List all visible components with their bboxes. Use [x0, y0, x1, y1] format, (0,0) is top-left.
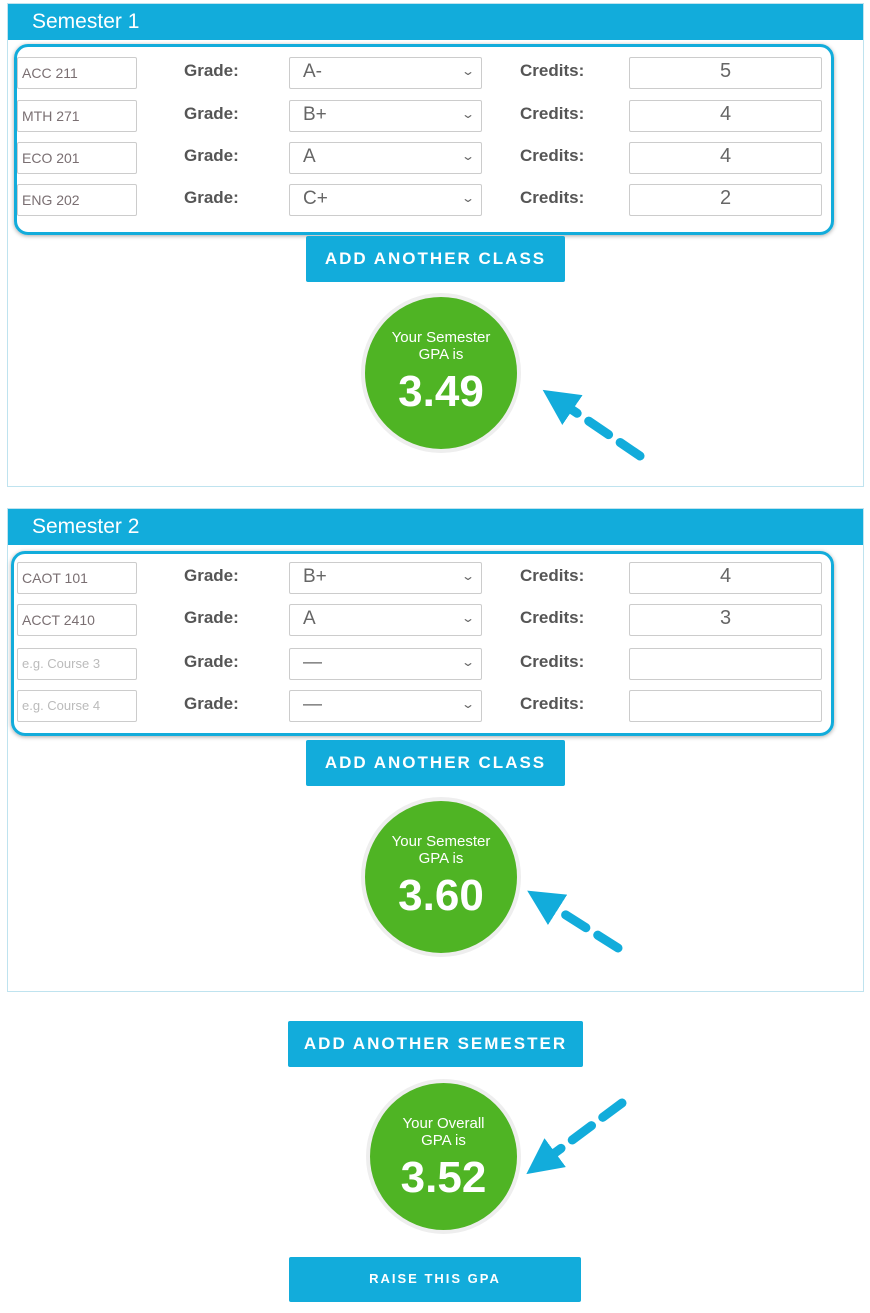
grade-label: Grade: [184, 188, 239, 207]
class-row: ENG 202 Grade: C+ ⌄ Credits: 2 [8, 184, 863, 216]
class-row: MTH 271 Grade: B+ ⌄ Credits: 4 [8, 100, 863, 132]
gpa-label: Your Semester GPA is [391, 833, 491, 867]
grade-select[interactable]: C+ ⌄ [289, 184, 482, 216]
chevron-down-icon: ⌄ [460, 149, 476, 163]
grade-select[interactable]: A ⌄ [289, 142, 482, 174]
grade-select[interactable]: B+ ⌄ [289, 562, 482, 594]
semester-1-title: Semester 1 [8, 4, 863, 40]
gpa-value: 3.49 [398, 367, 484, 416]
class-row: ECO 201 Grade: A ⌄ Credits: 4 [8, 142, 863, 174]
credits-label: Credits: [520, 104, 585, 123]
chevron-down-icon: ⌄ [460, 569, 476, 583]
grade-label: Grade: [184, 104, 239, 123]
grade-label: Grade: [184, 61, 239, 80]
add-class-button-1[interactable]: ADD ANOTHER CLASS [306, 236, 565, 282]
credits-input[interactable]: 5 [629, 57, 822, 89]
credits-label: Credits: [520, 188, 585, 207]
course-name-input[interactable]: e.g. Course 4 [17, 690, 137, 722]
grade-select[interactable]: A- ⌄ [289, 57, 482, 89]
chevron-down-icon: ⌄ [460, 697, 476, 711]
credits-label: Credits: [520, 61, 585, 80]
credits-input[interactable] [629, 648, 822, 680]
overall-gpa-label: Your Overall GPA is [402, 1115, 485, 1149]
grade-value: — [303, 694, 322, 715]
credits-label: Credits: [520, 694, 585, 713]
grade-value: B+ [303, 104, 327, 125]
overall-gpa-value: 3.52 [400, 1153, 487, 1202]
credits-input[interactable]: 4 [629, 100, 822, 132]
grade-value: — [303, 652, 322, 673]
gpa-label: Your Semester GPA is [391, 329, 491, 363]
grade-value: A [303, 146, 316, 167]
semester-2-gpa-circle: Your Semester GPA is 3.60 [361, 797, 521, 957]
class-row: ACCT 2410 Grade: A ⌄ Credits: 3 [8, 604, 863, 636]
grade-label: Grade: [184, 652, 239, 671]
overall-gpa-circle: Your Overall GPA is 3.52 [366, 1079, 521, 1234]
grade-value: A [303, 608, 316, 629]
chevron-down-icon: ⌄ [460, 655, 476, 669]
class-row: CAOT 101 Grade: B+ ⌄ Credits: 4 [8, 562, 863, 594]
course-name-input[interactable]: ACC 211 [17, 57, 137, 89]
credits-input[interactable]: 2 [629, 184, 822, 216]
arrow-icon [526, 1098, 627, 1175]
grade-label: Grade: [184, 146, 239, 165]
grade-label: Grade: [184, 566, 239, 585]
chevron-down-icon: ⌄ [460, 191, 476, 205]
course-name-input[interactable]: e.g. Course 3 [17, 648, 137, 680]
gpa-value: 3.60 [398, 871, 484, 920]
course-name-input[interactable]: CAOT 101 [17, 562, 137, 594]
add-class-button-2[interactable]: ADD ANOTHER CLASS [306, 740, 565, 786]
credits-label: Credits: [520, 566, 585, 585]
class-row: ACC 211 Grade: A- ⌄ Credits: 5 [8, 57, 863, 89]
course-name-input[interactable]: ENG 202 [17, 184, 137, 216]
credits-input[interactable]: 4 [629, 562, 822, 594]
chevron-down-icon: ⌄ [460, 64, 476, 78]
credits-label: Credits: [520, 146, 585, 165]
class-row: e.g. Course 3 Grade: — ⌄ Credits: [8, 648, 863, 680]
grade-select[interactable]: B+ ⌄ [289, 100, 482, 132]
grade-label: Grade: [184, 608, 239, 627]
credits-label: Credits: [520, 608, 585, 627]
grade-value: A- [303, 61, 322, 82]
grade-select[interactable]: A ⌄ [289, 604, 482, 636]
grade-value: C+ [303, 188, 328, 209]
raise-gpa-button[interactable]: RAISE THIS GPA [289, 1257, 581, 1302]
credits-input[interactable]: 3 [629, 604, 822, 636]
class-row: e.g. Course 4 Grade: — ⌄ Credits: [8, 690, 863, 722]
credits-input[interactable]: 4 [629, 142, 822, 174]
grade-label: Grade: [184, 694, 239, 713]
credits-label: Credits: [520, 652, 585, 671]
grade-select[interactable]: — ⌄ [289, 690, 482, 722]
chevron-down-icon: ⌄ [460, 611, 476, 625]
course-name-input[interactable]: ECO 201 [17, 142, 137, 174]
semester-1-gpa-circle: Your Semester GPA is 3.49 [361, 293, 521, 453]
credits-input[interactable] [629, 690, 822, 722]
course-name-input[interactable]: ACCT 2410 [17, 604, 137, 636]
add-semester-button[interactable]: ADD ANOTHER SEMESTER [288, 1021, 583, 1067]
semester-2-title: Semester 2 [8, 509, 863, 545]
grade-select[interactable]: — ⌄ [289, 648, 482, 680]
grade-value: B+ [303, 566, 327, 587]
chevron-down-icon: ⌄ [460, 107, 476, 121]
course-name-input[interactable]: MTH 271 [17, 100, 137, 132]
